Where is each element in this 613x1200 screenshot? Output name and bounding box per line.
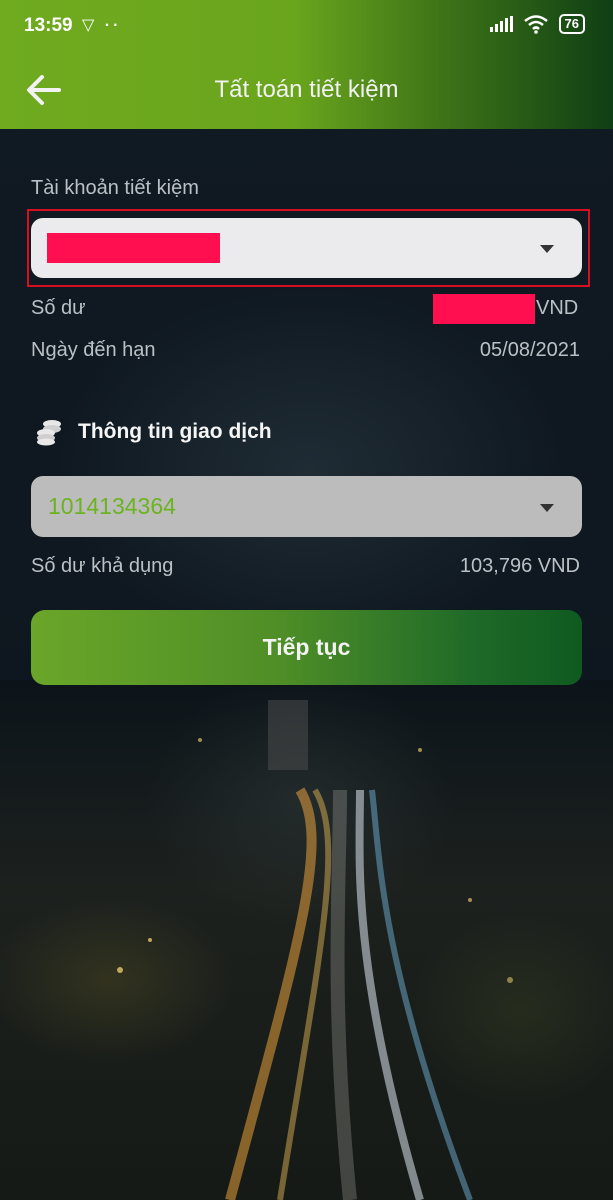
road-light-trails [117, 700, 513, 1200]
balance-label: Số dư [31, 297, 86, 319]
chevron-down-icon [540, 504, 554, 512]
city-night-photo [0, 680, 613, 1200]
available-balance-label: Số dư khả dụng [31, 555, 174, 577]
savings-account-dropdown[interactable] [31, 218, 582, 278]
battery-icon: 76 [558, 14, 585, 34]
redacted-account [47, 233, 220, 263]
status-time: 13:59 [24, 15, 73, 36]
due-date-value: 05/08/2021 [479, 339, 580, 361]
available-balance-value: 103,796 VND [459, 555, 580, 577]
balance-currency: VND [536, 297, 579, 319]
app-header: 13:59 ▽ ·· 76 Tất toán tiết kiệm [0, 0, 613, 129]
transaction-section-title: Thông tin giao dịch [78, 420, 272, 443]
source-account-number: 1014134364 [48, 493, 176, 519]
continue-button[interactable]: Tiếp tục [31, 610, 582, 685]
savings-account-label: Tài khoản tiết kiệm [31, 177, 199, 199]
signal-icon [489, 16, 513, 32]
redacted-balance [433, 294, 535, 324]
notification-icons: ▽ ·· [82, 17, 122, 34]
status-bar: 13:59 ▽ ·· 76 [0, 0, 613, 52]
chevron-down-icon [540, 245, 554, 253]
due-date-label: Ngày đến hạn [31, 339, 156, 361]
page-title: Tất toán tiết kiệm [214, 76, 399, 103]
wifi-icon [523, 15, 548, 34]
coins-icon [37, 420, 61, 446]
status-right-icons: 76 [489, 14, 585, 34]
